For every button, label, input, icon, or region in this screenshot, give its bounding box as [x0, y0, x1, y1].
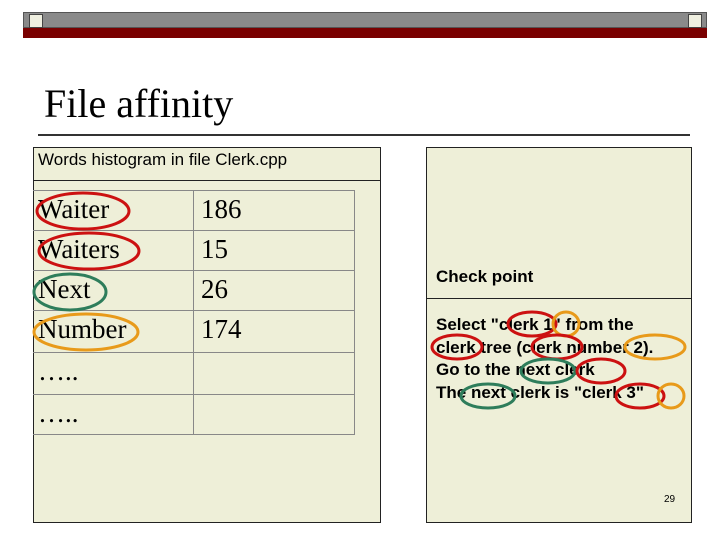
header-bar — [23, 12, 707, 28]
description-line: Select "clerk 1" from the — [436, 315, 634, 334]
count-cell: 174 — [201, 314, 242, 344]
description-line: Go to the next clerk — [436, 360, 595, 379]
word-cell: Number — [38, 314, 127, 344]
histogram-caption: Words histogram in file Clerk.cpp — [38, 150, 288, 169]
page-number: 29 — [664, 494, 676, 505]
table-row: Waiters 15 — [33, 230, 355, 270]
header-square-icon — [29, 14, 43, 28]
title-divider — [38, 134, 690, 136]
table-row: ….. — [33, 352, 355, 392]
word-cell: Waiter — [38, 194, 110, 224]
count-cell: 186 — [201, 194, 242, 224]
word-cell: ….. — [38, 356, 79, 386]
table-divider — [33, 434, 355, 435]
check-point-heading: Check point — [436, 267, 534, 286]
description-line: The next clerk is "clerk 3" — [436, 382, 644, 402]
count-cell: 26 — [201, 274, 228, 304]
slide-title: File affinity — [44, 81, 234, 126]
word-cell: Next — [38, 274, 91, 304]
check-point-divider — [426, 298, 692, 299]
histogram-caption-divider — [33, 180, 381, 181]
table-row: ….. — [33, 394, 355, 434]
count-cell: 15 — [201, 234, 228, 264]
check-point-description: Select "clerk 1" from the clerk tree (cl… — [436, 314, 653, 404]
description-line: clerk tree (clerk number 2). — [436, 337, 654, 357]
word-cell: Waiters — [38, 234, 120, 264]
header-square-icon — [688, 14, 702, 28]
header-bar-accent — [23, 28, 707, 38]
table-row: Number 174 — [33, 310, 355, 350]
table-row: Next 26 — [33, 270, 355, 310]
word-cell: ….. — [38, 398, 79, 428]
table-row: Waiter 186 — [33, 190, 355, 230]
